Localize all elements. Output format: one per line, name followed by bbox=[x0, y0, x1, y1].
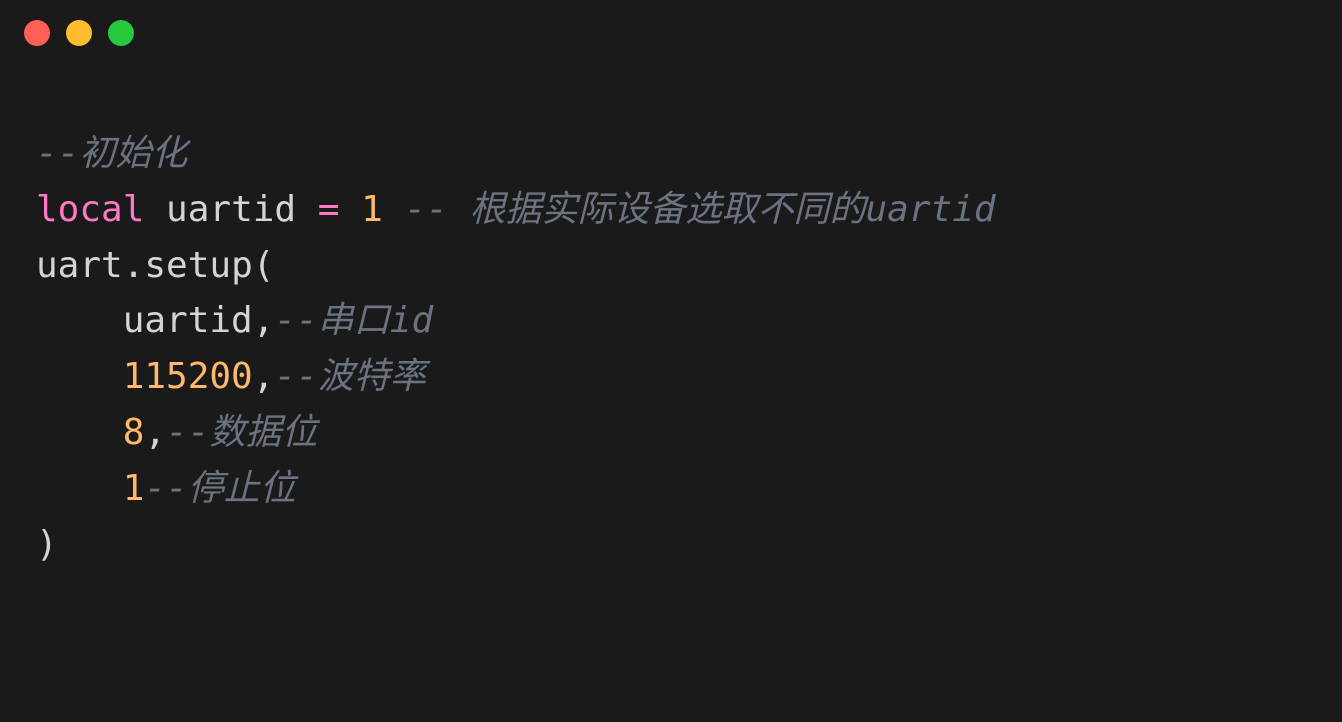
code-line-3: uart.setup( bbox=[36, 238, 1306, 294]
number-literal: 1 bbox=[339, 189, 404, 230]
code-line-4: uartid,--串口id bbox=[36, 293, 1306, 349]
number-literal: 115200 bbox=[123, 356, 253, 397]
comment-text: --停止位 bbox=[144, 468, 295, 509]
maximize-icon[interactable] bbox=[108, 20, 134, 46]
variable-name: uartid bbox=[144, 189, 317, 230]
code-line-2: local uartid = 1 -- 根据实际设备选取不同的uartid bbox=[36, 182, 1306, 238]
code-editor[interactable]: --初始化 local uartid = 1 -- 根据实际设备选取不同的uar… bbox=[0, 66, 1342, 608]
terminal-window: --初始化 local uartid = 1 -- 根据实际设备选取不同的uar… bbox=[0, 0, 1342, 722]
comment-text: --数据位 bbox=[166, 412, 317, 453]
keyword-local: local bbox=[36, 189, 144, 230]
comment-text: --波特率 bbox=[274, 356, 425, 397]
function-call: uart.setup( bbox=[36, 245, 274, 286]
comment-text: --串口id bbox=[274, 300, 433, 341]
close-paren: ) bbox=[36, 524, 58, 565]
comment-text: --初始化 bbox=[36, 133, 187, 174]
number-literal: 1 bbox=[123, 468, 145, 509]
code-line-1: --初始化 bbox=[36, 126, 1306, 182]
number-literal: 8 bbox=[123, 412, 145, 453]
comment-text: -- 根据实际设备选取不同的uartid bbox=[404, 189, 995, 230]
comma: , bbox=[253, 300, 275, 341]
assign-operator: = bbox=[318, 189, 340, 230]
window-titlebar bbox=[0, 0, 1342, 66]
comma: , bbox=[253, 356, 275, 397]
code-line-6: 8,--数据位 bbox=[36, 405, 1306, 461]
minimize-icon[interactable] bbox=[66, 20, 92, 46]
code-line-5: 115200,--波特率 bbox=[36, 349, 1306, 405]
code-line-8: ) bbox=[36, 517, 1306, 573]
close-icon[interactable] bbox=[24, 20, 50, 46]
comma: , bbox=[144, 412, 166, 453]
argument: uartid bbox=[123, 300, 253, 341]
code-line-7: 1--停止位 bbox=[36, 461, 1306, 517]
